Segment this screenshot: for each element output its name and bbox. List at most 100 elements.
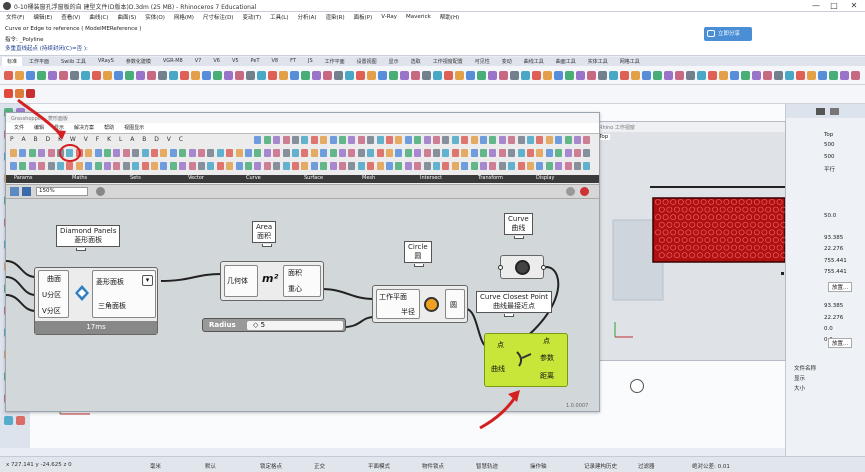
toolbar-tool-icon[interactable]	[15, 71, 24, 80]
gh-component-icon[interactable]	[480, 149, 487, 157]
gh-component-icon[interactable]	[451, 162, 459, 170]
gh-component-icon[interactable]	[151, 162, 158, 170]
gh-component-icon[interactable]	[282, 149, 290, 157]
gh-category-tab[interactable]: Transform	[478, 175, 503, 181]
toolbar-tab[interactable]: 标准	[2, 57, 23, 66]
gh-component-icon[interactable]	[47, 162, 55, 170]
gh-component-icon[interactable]	[38, 149, 46, 157]
toolbar-tool-icon[interactable]	[257, 71, 266, 80]
gh-category-tab[interactable]: Maths	[72, 175, 87, 181]
gh-component-icon[interactable]	[564, 162, 572, 170]
toolbar-tool-icon[interactable]	[851, 71, 860, 80]
toolbar-tool-icon[interactable]	[279, 71, 288, 80]
toolbar-tool-icon[interactable]	[477, 71, 486, 80]
gh-component-icon[interactable]	[433, 136, 440, 144]
gh-component-icon[interactable]	[292, 136, 299, 144]
gh-component-icon[interactable]	[122, 149, 130, 157]
toolbar-tool-icon[interactable]	[158, 71, 167, 80]
gh-component-icon[interactable]	[555, 162, 563, 170]
gh-category-tab[interactable]: Sets	[130, 175, 141, 181]
gh-component-icon[interactable]	[395, 162, 403, 170]
gh-component-icon[interactable]	[282, 136, 290, 144]
gh-component-icon[interactable]	[245, 149, 252, 157]
gh-category-tab[interactable]: Intersect	[420, 175, 442, 181]
gh-component-icon[interactable]	[85, 149, 93, 157]
gh-component-icon[interactable]	[188, 162, 196, 170]
gh-component-icon[interactable]	[273, 162, 281, 170]
menu-item[interactable]: 文件(F)	[6, 13, 24, 21]
slider-track[interactable]: ◇ 5	[247, 321, 343, 330]
toolbar-tool-icon[interactable]	[367, 71, 376, 80]
toolbar-tab[interactable]: PeT	[246, 57, 265, 66]
gh-component-icon[interactable]	[66, 162, 74, 170]
gh-component-icon[interactable]	[94, 149, 102, 157]
gh-component-icon[interactable]	[292, 149, 299, 157]
gh-component-icon[interactable]	[19, 162, 27, 170]
gh-component-icon[interactable]	[442, 136, 450, 144]
curve-tool-icon[interactable]	[15, 89, 24, 98]
gh-component-icon[interactable]	[376, 162, 384, 170]
toolbar-tool-icon[interactable]	[81, 71, 90, 80]
gh-category-tab[interactable]: Display	[536, 175, 554, 181]
place-button[interactable]: 放置...	[828, 338, 853, 348]
toolbar-tab[interactable]: 显示	[384, 57, 404, 66]
place-button[interactable]: 放置...	[828, 282, 853, 292]
gh-component-icon[interactable]	[404, 162, 412, 170]
gh-component-icon[interactable]	[461, 162, 469, 170]
toolbar-tool-icon[interactable]	[191, 71, 200, 80]
toolbar-tab[interactable]: 实体工具	[583, 57, 613, 66]
toolbar-tool-icon[interactable]	[620, 71, 629, 80]
gh-menu-item[interactable]: 文件	[14, 124, 24, 131]
toolbar-tab[interactable]: JS	[303, 57, 318, 66]
toolbar-tool-icon[interactable]	[345, 71, 354, 80]
gh-component-icon[interactable]	[461, 149, 469, 157]
gh-component-icon[interactable]	[273, 149, 281, 157]
gh-component-icon[interactable]	[19, 149, 27, 157]
gh-component-icon[interactable]	[583, 149, 591, 157]
circle-component[interactable]: 工作平面 半径 圆	[372, 285, 468, 323]
menu-item[interactable]: 曲面(S)	[117, 13, 136, 21]
status-toggle[interactable]: 平面模式	[368, 462, 390, 470]
gh-component-icon[interactable]	[414, 162, 422, 170]
toolbar-tool-icon[interactable]	[4, 71, 13, 80]
property-value[interactable]: 0.0	[824, 326, 833, 332]
menu-item[interactable]: 面板(P)	[354, 13, 373, 21]
output-port[interactable]	[541, 265, 546, 270]
gh-component-icon[interactable]	[489, 149, 497, 157]
gh-sketch-icon[interactable]	[566, 187, 575, 196]
toolbar-tool-icon[interactable]	[125, 71, 134, 80]
command-prompt[interactable]: 多重直线起点 (持续封闭(C)=否 ):	[5, 44, 88, 52]
menu-item[interactable]: Maverick	[406, 14, 431, 20]
menu-item[interactable]: 尺寸标注(D)	[203, 13, 234, 21]
gh-component-icon[interactable]	[10, 162, 17, 170]
gh-component-icon[interactable]	[85, 162, 93, 170]
toolbar-tool-icon[interactable]	[686, 71, 695, 80]
gh-component-icon[interactable]	[451, 149, 459, 157]
gh-component-icon[interactable]	[122, 162, 130, 170]
gh-component-icon[interactable]	[386, 149, 393, 157]
status-toggle[interactable]: 过滤器	[638, 462, 655, 470]
gh-component-icon[interactable]	[545, 149, 553, 157]
gh-component-icon[interactable]	[527, 149, 534, 157]
gh-component-icon[interactable]	[517, 162, 525, 170]
gh-component-icon[interactable]	[339, 136, 346, 144]
gh-component-icon[interactable]	[470, 136, 478, 144]
gh-component-icon[interactable]	[451, 136, 459, 144]
gh-component-icon[interactable]	[235, 149, 243, 157]
gh-component-icon[interactable]	[536, 162, 544, 170]
gh-component-icon[interactable]	[75, 149, 83, 157]
toolbar-tab[interactable]: 可见性	[470, 57, 495, 66]
status-layer[interactable]: 默认	[205, 462, 216, 470]
gh-component-icon[interactable]	[226, 149, 234, 157]
property-value[interactable]: 22.276	[824, 315, 843, 321]
gh-component-icon[interactable]	[57, 162, 64, 170]
gh-component-icon[interactable]	[564, 149, 572, 157]
grasshopper-icon[interactable]	[26, 89, 35, 98]
menu-item[interactable]: 网格(M)	[174, 13, 194, 21]
gh-component-icon[interactable]	[245, 162, 252, 170]
toolbar-tab[interactable]: V6	[208, 57, 225, 66]
gh-component-icon[interactable]	[132, 162, 140, 170]
gh-component-icon[interactable]	[141, 149, 149, 157]
toolbar-tab[interactable]: V8	[267, 57, 284, 66]
toolbar-tool-icon[interactable]	[741, 71, 750, 80]
